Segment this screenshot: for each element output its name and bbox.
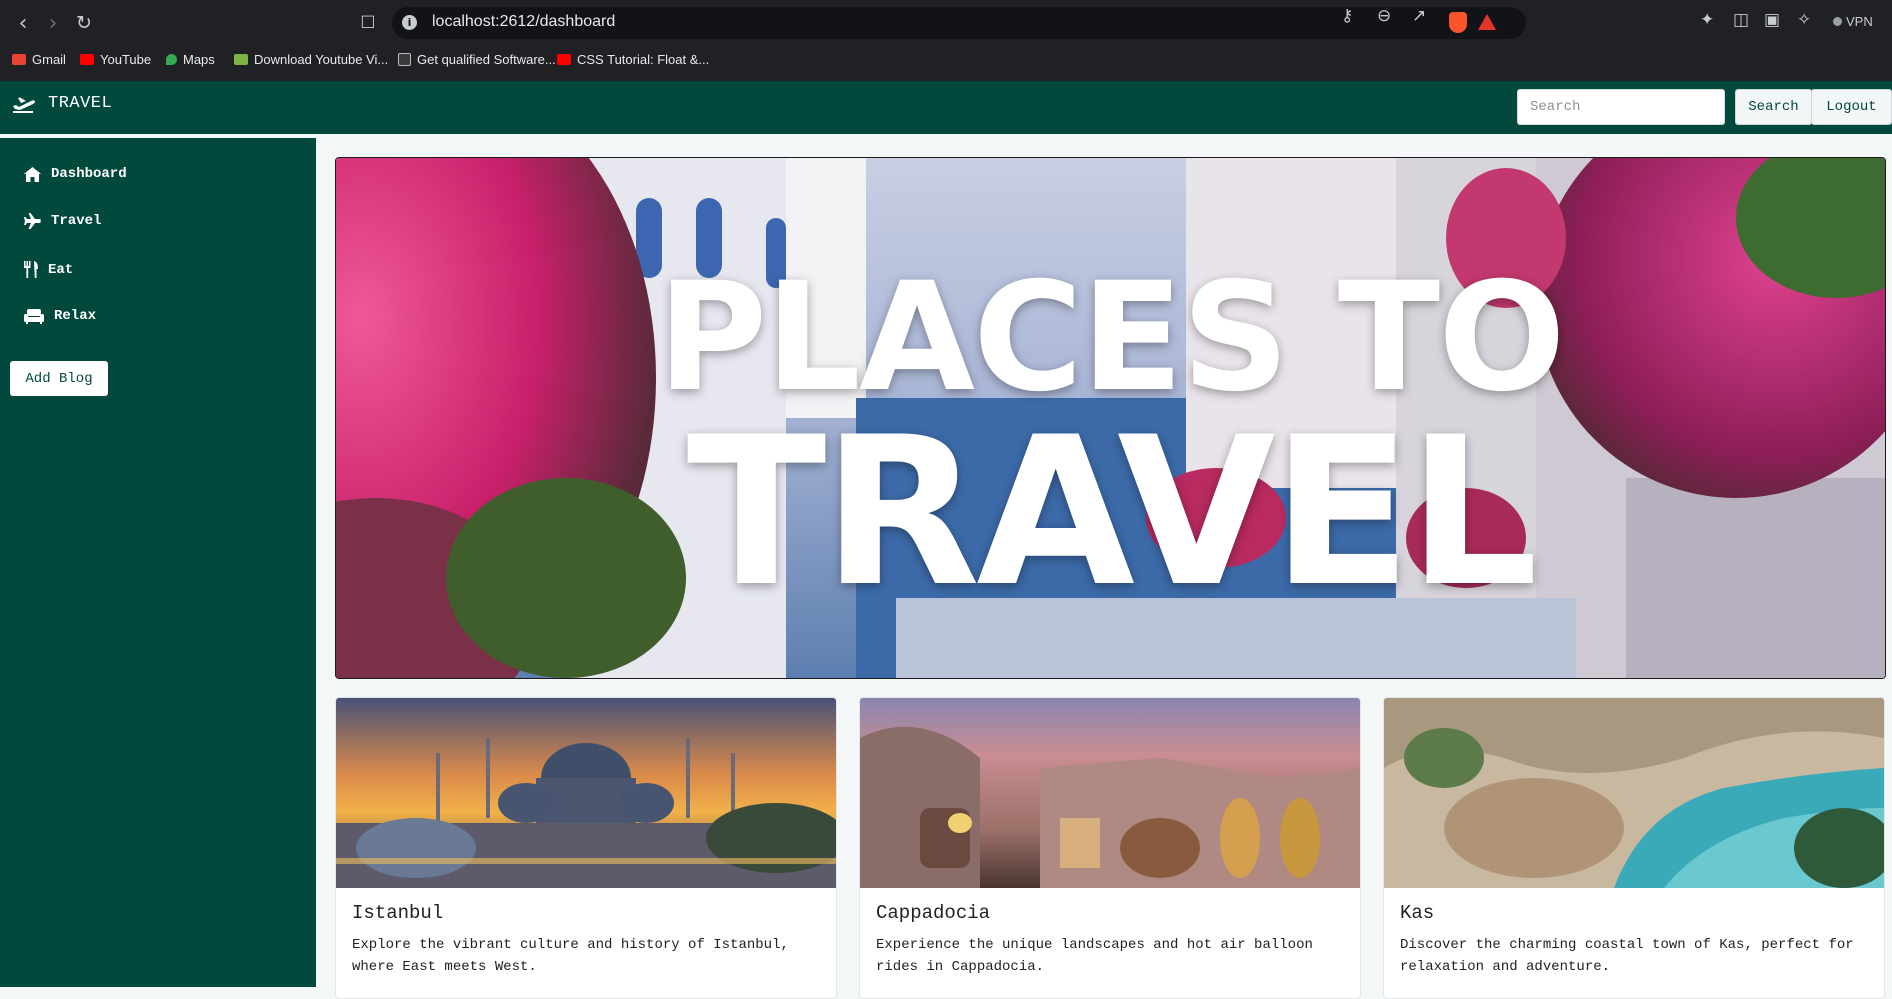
couch-icon [24, 308, 44, 324]
bookmark-label: Get qualified Software... [417, 52, 556, 67]
add-blog-button[interactable]: Add Blog [10, 361, 108, 396]
utensils-icon [24, 261, 38, 278]
vpn-status-icon [1833, 17, 1842, 26]
bookmark-icon[interactable]: ☐ [355, 10, 381, 36]
home-icon [24, 166, 41, 182]
card-description: Explore the vibrant culture and history … [352, 937, 789, 975]
brave-shield-icon[interactable] [1449, 12, 1467, 33]
bookmark-maps[interactable]: Maps [166, 52, 215, 67]
bookmark-label: Gmail [32, 52, 66, 67]
software-icon [398, 53, 411, 66]
sidebar-item-eat[interactable]: Eat [24, 261, 73, 278]
sidebar-item-label: Travel [51, 213, 102, 229]
search-input[interactable] [1517, 89, 1725, 125]
extensions-icon[interactable]: ✦ [1700, 10, 1714, 30]
gmail-icon [12, 54, 26, 65]
sidebar-toggle-icon[interactable]: ◫ [1733, 10, 1749, 30]
sidebar-item-relax[interactable]: Relax [24, 308, 96, 324]
sidebar-item-label: Relax [54, 308, 97, 324]
site-info-icon[interactable]: i [402, 15, 417, 30]
hero-banner: PLACES TO TRAVEL [335, 157, 1886, 679]
top-navbar: TRAVEL Search Logout [0, 81, 1892, 134]
leo-ai-icon[interactable]: ✧ [1797, 10, 1811, 30]
url-text[interactable]: localhost:2612/dashboard [432, 13, 615, 31]
sidebar-item-travel[interactable]: Travel [24, 213, 101, 229]
destination-card-cappadocia[interactable]: Cappadocia Experience the unique landsca… [859, 697, 1361, 999]
plane-icon [24, 213, 41, 229]
logout-button[interactable]: Logout [1811, 89, 1892, 125]
sidebar-item-label: Eat [48, 261, 74, 278]
youtube-icon [557, 54, 571, 65]
sidebar: Dashboard Travel Eat Relax Add Blog [0, 138, 316, 987]
address-bar[interactable]: i localhost:2612/dashboard [392, 7, 1526, 39]
maps-icon [166, 54, 177, 65]
brand[interactable]: TRAVEL [12, 94, 112, 113]
sidebar-item-dashboard[interactable]: Dashboard [24, 166, 127, 182]
sidebar-item-label: Dashboard [51, 166, 127, 182]
destination-card-kas[interactable]: Kas Discover the charming coastal town o… [1383, 697, 1885, 999]
wallet-icon[interactable]: ▣ [1764, 10, 1780, 30]
bookmarks-bar: Gmail YouTube Maps Download Youtube Vi..… [0, 48, 1892, 74]
bookmark-css-tutorial[interactable]: CSS Tutorial: Float &... [557, 52, 709, 67]
card-description: Discover the charming coastal town of Ka… [1400, 937, 1854, 975]
bookmark-label: CSS Tutorial: Float &... [577, 52, 710, 67]
bookmark-download-youtube[interactable]: Download Youtube Vi... [234, 52, 388, 67]
search-button[interactable]: Search [1735, 89, 1812, 125]
istanbul-image [336, 698, 836, 888]
bookmark-gmail[interactable]: Gmail [12, 52, 66, 67]
download-icon [234, 54, 248, 65]
vpn-label: VPN [1846, 14, 1873, 29]
hero-heading-line2: TRAVEL [686, 394, 1539, 632]
back-icon[interactable]: ‹ [10, 10, 36, 36]
plane-departure-icon [12, 95, 36, 113]
forward-icon[interactable]: › [40, 10, 66, 36]
bookmark-label: YouTube [100, 52, 152, 67]
card-title: Kas [1400, 902, 1435, 924]
browser-chrome: ‹ › ↻ ☐ i localhost:2612/dashboard ⚷ ⊖ ↗… [0, 0, 1892, 81]
destination-card-istanbul[interactable]: Istanbul Explore the vibrant culture and… [335, 697, 837, 999]
kas-image [1384, 698, 1884, 888]
youtube-icon [80, 54, 94, 65]
bookmark-software[interactable]: Get qualified Software... [398, 52, 556, 67]
cappadocia-image [860, 698, 1360, 888]
bookmark-youtube[interactable]: YouTube [80, 52, 151, 67]
card-description: Experience the unique landscapes and hot… [876, 937, 1313, 975]
key-icon[interactable]: ⚷ [1341, 6, 1353, 26]
reload-icon[interactable]: ↻ [71, 10, 97, 36]
zoom-icon[interactable]: ⊖ [1377, 6, 1391, 26]
card-title: Istanbul [352, 902, 444, 924]
brand-name: TRAVEL [48, 94, 113, 113]
share-icon[interactable]: ↗ [1412, 6, 1426, 26]
bookmark-label: Download Youtube Vi... [254, 52, 389, 67]
brave-rewards-icon[interactable] [1478, 14, 1496, 30]
card-title: Cappadocia [876, 902, 991, 924]
bookmark-label: Maps [183, 52, 215, 67]
vpn-button[interactable]: VPN [1833, 14, 1873, 29]
